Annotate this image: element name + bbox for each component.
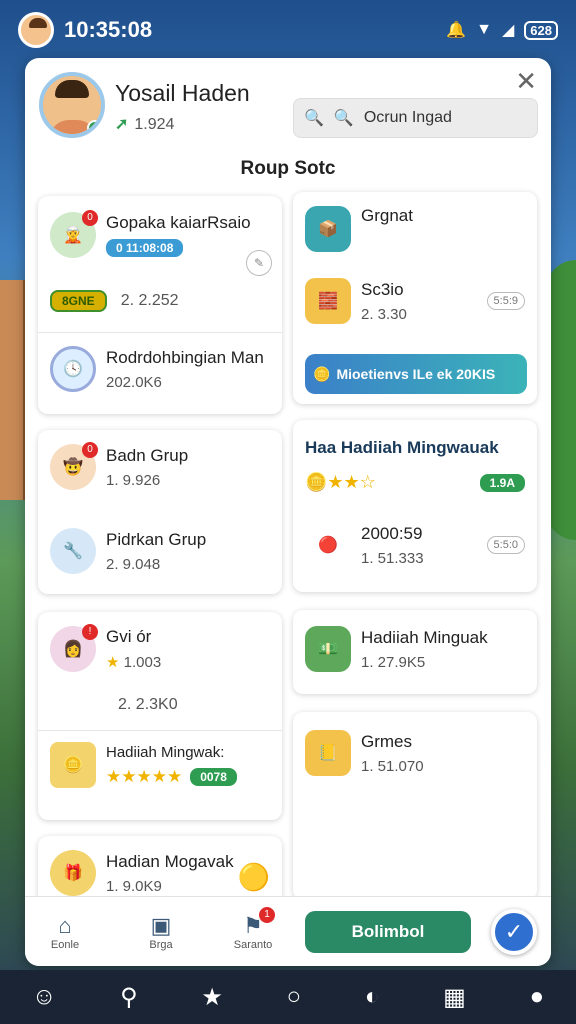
avatar-icon[interactable]: ☺ <box>32 983 57 1011</box>
nav-bag[interactable]: ▣ Brga <box>129 913 193 951</box>
map-icon[interactable]: ▦ <box>443 983 466 1012</box>
timer-badge: 0 11:08:08 <box>106 239 184 257</box>
card-value: 1. 9.926 <box>106 471 161 489</box>
home-icon: ⌂ <box>58 912 72 938</box>
status-avatar <box>18 12 54 48</box>
tool-icon: 🔴 <box>305 522 351 568</box>
coins-icon: 🪙 <box>50 742 96 788</box>
card-title: Grmes <box>361 731 412 751</box>
search-icon[interactable]: ⚲ <box>120 983 138 1012</box>
card-title: 2000:59 <box>361 523 423 543</box>
card-title: Gopaka kaiarRsaio <box>106 213 251 232</box>
close-icon[interactable]: ✕ <box>515 66 537 97</box>
check-icon: ✓ <box>504 919 524 944</box>
notification-icon: 🔔 <box>446 22 467 39</box>
timer-label: 5:5:9 <box>486 292 525 310</box>
left-card-1[interactable]: 🧝 0 Gopaka kaiarRsaio 0 11:08:08 ✎ 8GNE 2… <box>38 196 282 414</box>
character-icon: 👩! <box>50 624 98 672</box>
fab-button[interactable]: ✓ <box>491 909 537 955</box>
status-time: 10:35:08 <box>64 17 153 42</box>
promo-banner[interactable]: 🪙 Mioetienvs ILe ek 20KIS <box>305 354 527 394</box>
primary-button[interactable]: Bolimbol <box>305 911 471 953</box>
left-card-2[interactable]: 🤠 0 Badn Grup 1. 9.926 🔧 Pidrkan Grup 2. … <box>38 430 282 594</box>
search-placeholder: Ocrun Ingad <box>363 109 452 126</box>
bag-icon: ▣ <box>150 912 172 938</box>
score-pill: 1.9A <box>479 473 525 492</box>
section-title: Roup Sotc <box>240 158 336 179</box>
gold-icon: 🧱 <box>305 278 351 324</box>
chest-icon: 📦 <box>305 206 351 252</box>
right-card-3[interactable]: 💵 Hadiiah Minguak 1. 27.9K5 <box>293 610 537 694</box>
right-card-4[interactable]: 📒 Grmes 1. 51.070 <box>293 712 537 900</box>
gift-icon: 🎁 <box>50 850 96 896</box>
card-value: 1. 51.333 <box>361 549 424 567</box>
coin-stack-icon: 🟡 <box>237 862 270 892</box>
card-value: 2. 2.252 <box>120 292 179 309</box>
card-title: Rodrdohbingian Man <box>106 347 264 367</box>
wrench-icon: 🔧 <box>50 528 96 574</box>
card-title: Sc3io <box>361 279 404 299</box>
card-title: Pidrkan Grup <box>106 529 207 549</box>
verified-icon: ✓ <box>87 120 101 134</box>
cash-icon: 💵 <box>305 626 351 672</box>
signal-icon: ◢ <box>501 22 515 39</box>
bottom-nav: ⌂ Eonle ▣ Brga ⚑ 1 Saranto Bolimbol ✓ <box>25 896 551 966</box>
card-title: Hadian Mogavak <box>106 851 234 871</box>
left-card-3[interactable]: 👩! Gvi ór ★ 1.003 2. 2.3K0 🪙 Hadiiah Min… <box>38 612 282 820</box>
search-input[interactable]: 🔍 🔍 Ocrun Ingad <box>293 98 538 138</box>
card-value: 202.0K6 <box>106 373 162 391</box>
card-title: Hadiiah Mingwak: <box>106 743 225 761</box>
card-value: 1. 51.070 <box>361 757 424 775</box>
home-circle-icon[interactable]: ○ <box>287 983 302 1011</box>
card-title: Badn Grup <box>106 445 189 465</box>
clock-icon: 🕓 <box>50 346 96 392</box>
profile-icon[interactable]: ● <box>530 983 545 1011</box>
coin-pill: 8GNE <box>50 290 107 312</box>
character-icon: 🧝 0 <box>50 210 98 258</box>
card-value: 1. 9.0K9 <box>106 877 162 895</box>
search-icon: 🔍 <box>333 110 354 127</box>
card-title: Grgnat <box>361 206 413 225</box>
score-pill: 0078 <box>190 767 237 786</box>
rating-stars: ★★★★★ <box>106 766 183 786</box>
card-title: Hadiiah Minguak <box>361 627 488 647</box>
profile-name: Yosail Haden <box>115 80 250 106</box>
flag-icon: ⚑ <box>243 912 263 938</box>
card-value: 2. 3.30 <box>361 305 407 323</box>
card-title: Gvi ór <box>106 627 152 646</box>
card-title: Haa Hadiiah Mingwauak <box>305 438 499 457</box>
edit-icon[interactable]: ✎ <box>246 250 272 276</box>
card-value: 2. 2.3K0 <box>118 696 178 713</box>
card-value: 2. 9.048 <box>106 555 161 573</box>
arrow-icon: ➚ <box>115 116 129 133</box>
card-value: 1. 27.9K5 <box>361 653 426 671</box>
chat-icon[interactable]: ◐ <box>365 983 380 1011</box>
coins-icon: 🪙 <box>313 365 331 382</box>
avatar[interactable]: ✓ <box>39 72 105 138</box>
star-icon[interactable]: ★ <box>201 983 223 1012</box>
timer-label: 5:5:0 <box>486 536 525 554</box>
rating-stars: 🪙★★☆ <box>305 472 376 492</box>
profile-score: ➚ 1.924 <box>115 116 175 133</box>
background-house <box>0 280 26 500</box>
right-card-1[interactable]: 📦 Grgnat 🧱 Sc3io 2. 3.30 5:5:9 🪙 Mioetie… <box>293 192 537 404</box>
status-bar: 10:35:08 🔔 ▼ ◢ 628 <box>0 0 576 60</box>
nav-badge: 1 <box>259 906 275 923</box>
nav-home[interactable]: ⌂ Eonle <box>33 913 97 951</box>
book-icon: 📒 <box>305 730 351 776</box>
wifi-icon: ▼ <box>476 21 492 38</box>
nav-search[interactable]: ⚑ 1 Saranto <box>221 906 285 951</box>
main-panel: ✕ ✓ Yosail Haden ➚ 1.924 🔍 🔍 Ocrun Ingad … <box>25 58 551 966</box>
character-icon: 🤠 0 <box>50 442 98 490</box>
star-icon: ★ <box>106 654 120 671</box>
battery-indicator: 628 <box>524 20 558 40</box>
right-card-2[interactable]: Haa Hadiiah Mingwauak 🪙★★☆ 1.9A 🔴 2000:5… <box>293 420 537 592</box>
search-icon: 🔍 <box>304 110 324 127</box>
system-bar: ☺ ⚲ ★ ○ ◐ ▦ ● <box>0 970 576 1024</box>
